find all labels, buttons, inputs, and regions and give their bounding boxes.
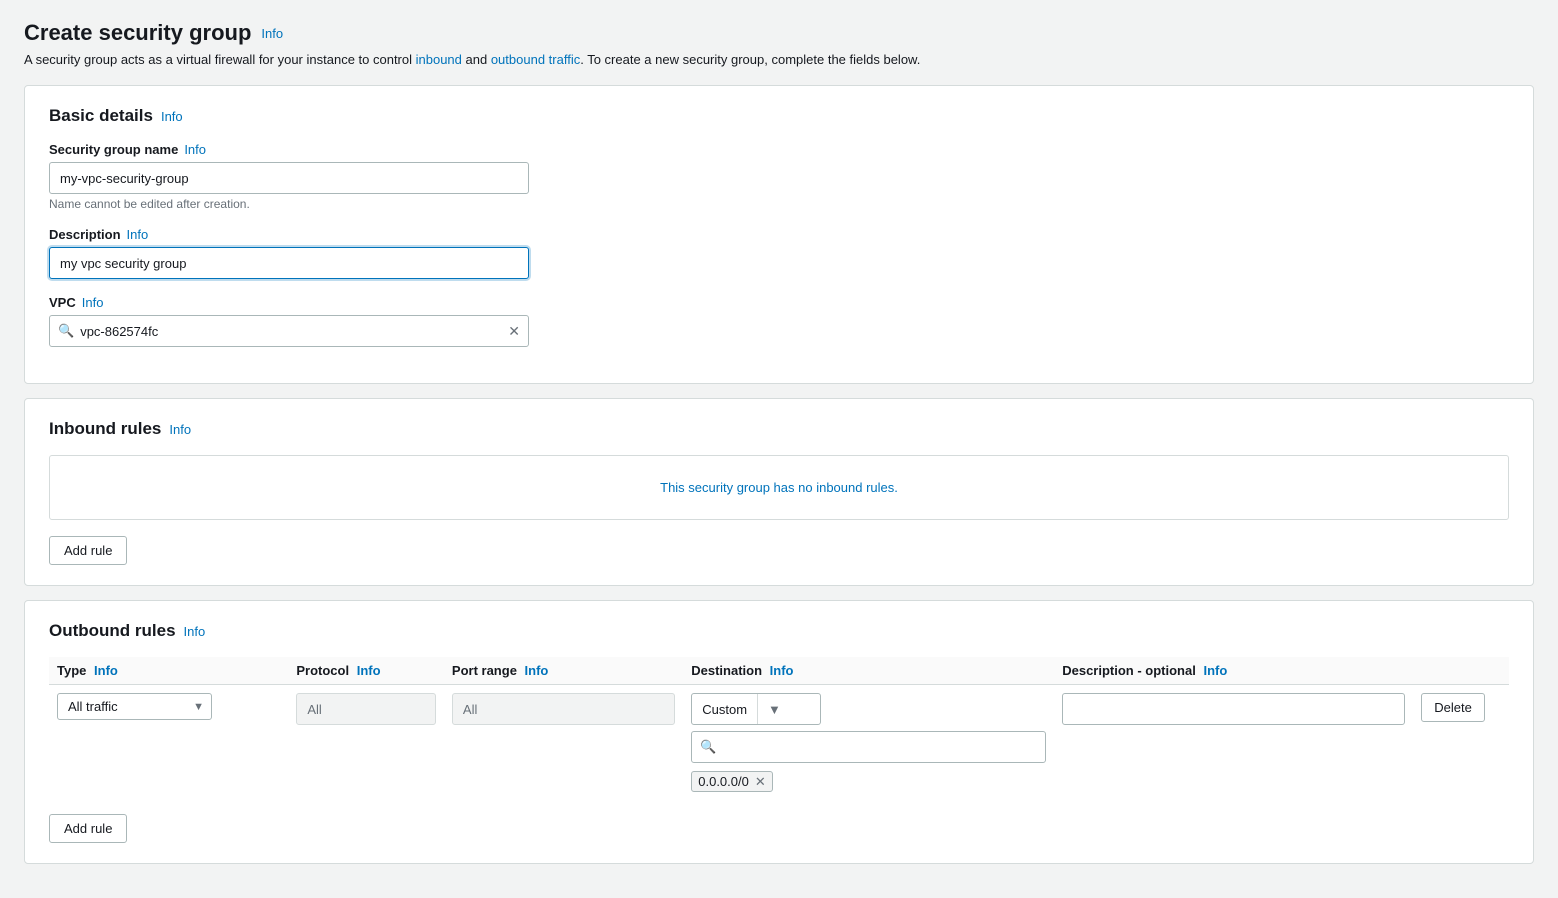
destination-type-select-wrapper[interactable]: Custom ▼ (691, 693, 821, 725)
col-header-protocol: Protocol Info (288, 657, 444, 685)
security-group-name-input[interactable] (49, 162, 529, 194)
outbound-rules-header-row: Type Info Protocol Info Port range Info … (49, 657, 1509, 685)
inbound-rules-info-link[interactable]: Info (169, 422, 191, 437)
security-group-name-info[interactable]: Info (184, 142, 206, 157)
outbound-rules-header: Outbound rules Info (49, 621, 1509, 641)
destination-search-icon: 🔍 (700, 739, 716, 755)
outbound-delete-button[interactable]: Delete (1421, 693, 1485, 722)
security-group-name-hint: Name cannot be edited after creation. (49, 197, 1509, 211)
vpc-search-input[interactable] (80, 324, 502, 339)
outbound-rule-row: All traffic Custom TCP Custom UDP SSH HT… (49, 685, 1509, 801)
col-header-description: Description - optional Info (1054, 657, 1413, 685)
outbound-rule-description-cell (1054, 685, 1413, 801)
outbound-rules-table: Type Info Protocol Info Port range Info … (49, 657, 1509, 800)
type-select-wrapper: All traffic Custom TCP Custom UDP SSH HT… (57, 693, 212, 720)
vpc-search-icon: 🔍 (58, 323, 74, 339)
description-info[interactable]: Info (127, 227, 149, 242)
vpc-search-wrapper: 🔍 ✕ (49, 315, 529, 347)
outbound-description-input[interactable] (1062, 693, 1405, 725)
outbound-link[interactable]: outbound traffic (491, 52, 580, 67)
col-port-info[interactable]: Info (525, 663, 549, 678)
col-header-actions (1413, 657, 1509, 685)
page-title: Create security group (24, 20, 251, 46)
inbound-add-rule-button[interactable]: Add rule (49, 536, 127, 565)
col-destination-info[interactable]: Info (770, 663, 794, 678)
col-description-info[interactable]: Info (1203, 663, 1227, 678)
vpc-info[interactable]: Info (82, 295, 104, 310)
basic-details-title: Basic details (49, 106, 153, 126)
page-info-link[interactable]: Info (261, 26, 283, 41)
inbound-empty-state: This security group has no inbound rules… (49, 455, 1509, 520)
type-select[interactable]: All traffic Custom TCP Custom UDP SSH HT… (57, 693, 212, 720)
vpc-clear-icon[interactable]: ✕ (508, 323, 520, 340)
outbound-rule-port-cell (444, 685, 683, 801)
destination-type-label: Custom (692, 702, 757, 717)
outbound-rules-section: Outbound rules Info Type Info Protocol I… (24, 600, 1534, 864)
col-protocol-info[interactable]: Info (357, 663, 381, 678)
col-header-type: Type Info (49, 657, 288, 685)
inbound-rules-title: Inbound rules (49, 419, 161, 439)
basic-details-section: Basic details Info Security group name I… (24, 85, 1534, 384)
outbound-add-rule-button[interactable]: Add rule (49, 814, 127, 843)
security-group-name-field: Security group name Info Name cannot be … (49, 142, 1509, 211)
col-header-port: Port range Info (444, 657, 683, 685)
outbound-rule-protocol-cell (288, 685, 444, 801)
basic-details-info-link[interactable]: Info (161, 109, 183, 124)
description-label: Description (49, 227, 121, 242)
col-header-destination: Destination Info (683, 657, 1054, 685)
outbound-rules-title: Outbound rules (49, 621, 176, 641)
protocol-readonly-input (296, 693, 436, 725)
destination-tag-value: 0.0.0.0/0 (698, 774, 749, 789)
destination-tags: 0.0.0.0/0 ✕ (691, 769, 1046, 792)
security-group-name-label: Security group name (49, 142, 178, 157)
vpc-label: VPC (49, 295, 76, 310)
inbound-rules-section: Inbound rules Info This security group h… (24, 398, 1534, 586)
inbound-rules-header: Inbound rules Info (49, 419, 1509, 439)
inbound-link[interactable]: inbound (416, 52, 462, 67)
description-input[interactable] (49, 247, 529, 279)
port-readonly-input (452, 693, 675, 725)
vpc-field: VPC Info 🔍 ✕ (49, 295, 1509, 347)
destination-tag-chip: 0.0.0.0/0 ✕ (691, 771, 773, 792)
destination-search-input[interactable] (722, 740, 1037, 755)
col-type-info[interactable]: Info (94, 663, 118, 678)
outbound-rule-actions-cell: Delete (1413, 685, 1509, 801)
destination-tag-remove[interactable]: ✕ (755, 775, 766, 788)
description-field: Description Info (49, 227, 1509, 279)
outbound-rule-destination-cell: Custom ▼ 🔍 0.0.0.0/0 ✕ (683, 685, 1054, 801)
outbound-rule-type-cell: All traffic Custom TCP Custom UDP SSH HT… (49, 685, 288, 801)
page-description: A security group acts as a virtual firew… (24, 52, 1534, 67)
destination-search-wrapper: 🔍 (691, 731, 1046, 763)
outbound-rules-info-link[interactable]: Info (184, 624, 206, 639)
basic-details-header: Basic details Info (49, 106, 1509, 126)
